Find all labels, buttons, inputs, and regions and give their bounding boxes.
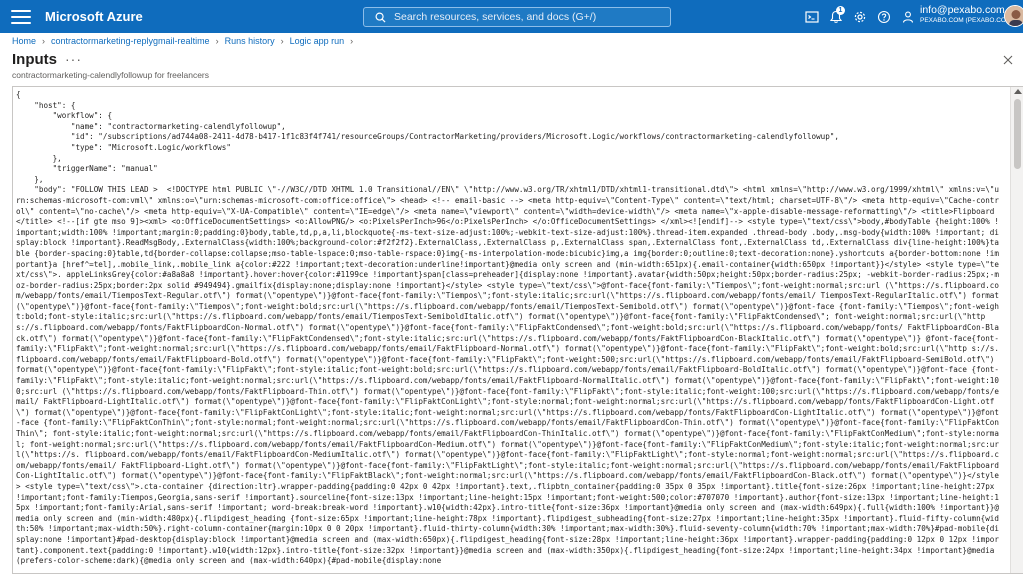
account-directory: PEXABO.COM (PEXABO.COM) (920, 17, 1014, 24)
bell-icon[interactable]: 1 (824, 5, 848, 29)
close-icon[interactable] (1002, 53, 1016, 67)
search-icon (372, 9, 388, 25)
breadcrumb-home[interactable]: Home (12, 36, 36, 46)
page-title: Inputs (12, 51, 57, 68)
json-scroll-area[interactable]: { "host": { "workflow": { "name": "contr… (13, 87, 1009, 573)
breadcrumb-separator-icon: › (215, 36, 219, 46)
breadcrumb: Home › contractormarketing-replygmail-re… (12, 34, 359, 48)
feedback-icon[interactable] (896, 5, 920, 29)
vertical-scrollbar[interactable] (1010, 87, 1023, 573)
notification-count-badge: 1 (836, 5, 845, 15)
json-line: "triggerName": "manual" (16, 164, 158, 174)
search-input[interactable] (394, 11, 664, 23)
avatar[interactable] (1004, 5, 1023, 27)
json-line: }, (16, 153, 62, 163)
azure-brand-link[interactable]: Microsoft Azure (45, 9, 143, 24)
inputs-json-viewer[interactable]: { "host": { "workflow": { "name": "contr… (12, 86, 1023, 574)
breadcrumb-runs-history[interactable]: Runs history (225, 36, 275, 46)
scroll-up-icon[interactable] (1014, 89, 1022, 94)
global-search-box[interactable] (363, 7, 671, 27)
scrollbar-thumb[interactable] (1014, 99, 1021, 169)
json-line: "name": "contractormarketing-calendlyfol… (16, 121, 286, 131)
portal-menu-icon[interactable] (11, 9, 31, 24)
json-body-line: "body": "FOLLOW THIS LEAD > <!DOCTYPE ht… (16, 185, 999, 566)
account-menu[interactable]: info@pexabo.com PEXABO.COM (PEXABO.COM) (920, 4, 1014, 24)
help-icon[interactable] (872, 5, 896, 29)
breadcrumb-logic-app-run[interactable]: Logic app run (290, 36, 345, 46)
gear-icon[interactable] (848, 5, 872, 29)
breadcrumb-logic-app[interactable]: contractormarketing-replygmail-realtime (51, 36, 210, 46)
json-line: "type": "Microsoft.Logic/workflows" (16, 142, 231, 152)
page-subtitle: contractormarketing-calendlyfollowup for… (12, 70, 210, 80)
json-line: "id": "/subscriptions/ad744a08-2411-4d78… (16, 132, 839, 142)
breadcrumb-separator-icon: › (42, 36, 46, 46)
json-line: { (16, 90, 21, 99)
more-options-button[interactable]: ··· (65, 51, 82, 67)
json-content: { "host": { "workflow": { "name": "contr… (16, 90, 1001, 567)
breadcrumb-separator-icon: › (350, 36, 354, 46)
breadcrumb-separator-icon: › (280, 36, 284, 46)
account-email: info@pexabo.com (920, 4, 1005, 16)
json-line: }, (16, 174, 44, 184)
json-line: "workflow": { (16, 111, 113, 121)
top-bar-icons: 1 (800, 0, 920, 33)
json-line: "host": { (16, 100, 76, 110)
cloud-shell-icon[interactable] (800, 5, 824, 29)
